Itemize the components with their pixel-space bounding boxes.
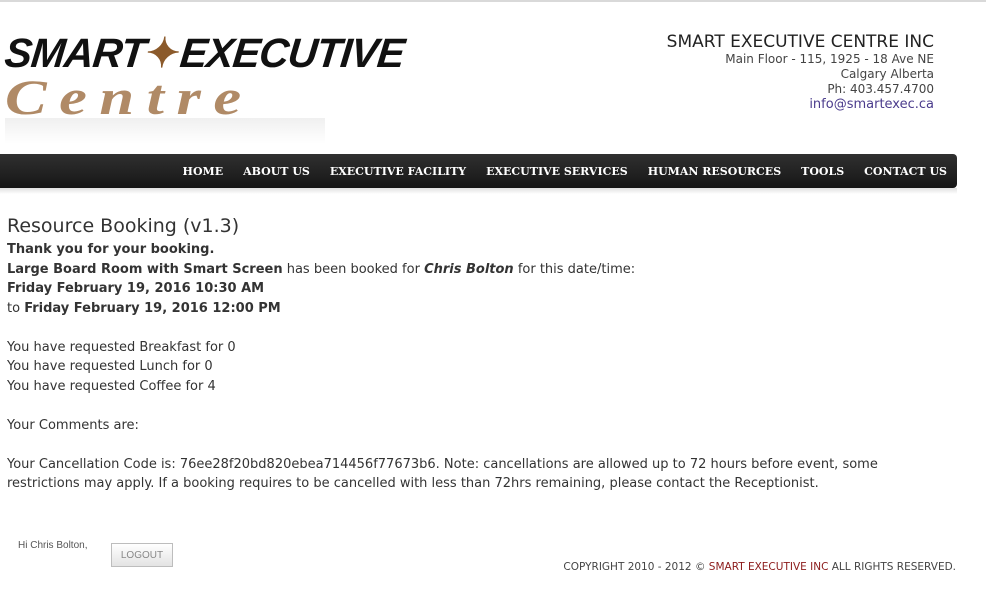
booking-start: Friday February 19, 2016 10:30 AM [7, 281, 265, 296]
booked-for-text: has been booked for [282, 261, 425, 277]
booking-confirmation: Resource Booking (v1.3) Thank you for yo… [7, 214, 947, 494]
booking-end-line: to Friday February 19, 2016 12:00 PM [7, 299, 947, 319]
company-address-line1: Main Floor - 115, 1925 - 18 Ave NE [725, 52, 934, 66]
nav-shadow [0, 188, 957, 194]
resource-name: Large Board Room with Smart Screen [7, 261, 283, 277]
booking-summary: Large Board Room with Smart Screen has b… [7, 260, 947, 280]
thanks-message: Thank you for your booking. [7, 242, 215, 257]
company-name: SMART EXECUTIVE CENTRE INC [666, 32, 934, 52]
datetime-intro: for this date/time: [513, 261, 636, 277]
copyright-text: COPYRIGHT 2010 - 2012 © [563, 561, 709, 573]
nav-human-resources[interactable]: HUMAN RESOURCES [648, 165, 781, 178]
copyright-brand: SMART EXECUTIVE INC [708, 561, 829, 573]
smart-executive-logo[interactable]: SMART✦EXECUTIVE Centre [3, 30, 406, 144]
logo-reflection [5, 118, 325, 144]
copyright-notice: COPYRIGHT 2010 - 2012 © SMART EXECUTIVE … [563, 561, 956, 573]
nav-executive-facility[interactable]: EXECUTIVE FACILITY [330, 165, 466, 178]
booking-end: Friday February 19, 2016 12:00 PM [24, 300, 281, 316]
booked-person: Chris Bolton [424, 261, 514, 277]
comments: Your Comments are: [7, 417, 139, 433]
nav-contact-us[interactable]: CONTACT US [864, 165, 947, 178]
nav-executive-services[interactable]: EXECUTIVE SERVICES [486, 165, 628, 178]
user-greeting: Hi Chris Bolton, [18, 540, 88, 551]
company-address-line2: Calgary Alberta [840, 67, 934, 81]
main-navigation: HOME ABOUT US EXECUTIVE FACILITY EXECUTI… [0, 154, 957, 188]
nav-home[interactable]: HOME [183, 165, 224, 178]
top-border [0, 0, 986, 2]
cancellation-notice: Your Cancellation Code is: 76ee28f20bd82… [7, 456, 878, 492]
company-phone: Ph: 403.457.4700 [827, 82, 934, 96]
breakfast-request: You have requested Breakfast for 0 [7, 339, 236, 355]
to-text: to [7, 300, 25, 316]
lunch-request: You have requested Lunch for 0 [7, 359, 213, 374]
copyright-rights: ALL RIGHTS RESERVED. [828, 561, 956, 573]
logout-button[interactable]: LOGOUT [111, 543, 173, 567]
coffee-request: You have requested Coffee for 4 [7, 378, 216, 394]
company-email-link[interactable]: info@smartexec.ca [667, 97, 934, 113]
logo-text-centre: Centre [5, 69, 254, 125]
nav-about-us[interactable]: ABOUT US [243, 165, 310, 178]
page-title: Resource Booking (v1.3) [7, 215, 240, 237]
company-info: SMART EXECUTIVE CENTRE INC Main Floor - … [667, 32, 934, 113]
nav-tools[interactable]: TOOLS [801, 165, 844, 178]
